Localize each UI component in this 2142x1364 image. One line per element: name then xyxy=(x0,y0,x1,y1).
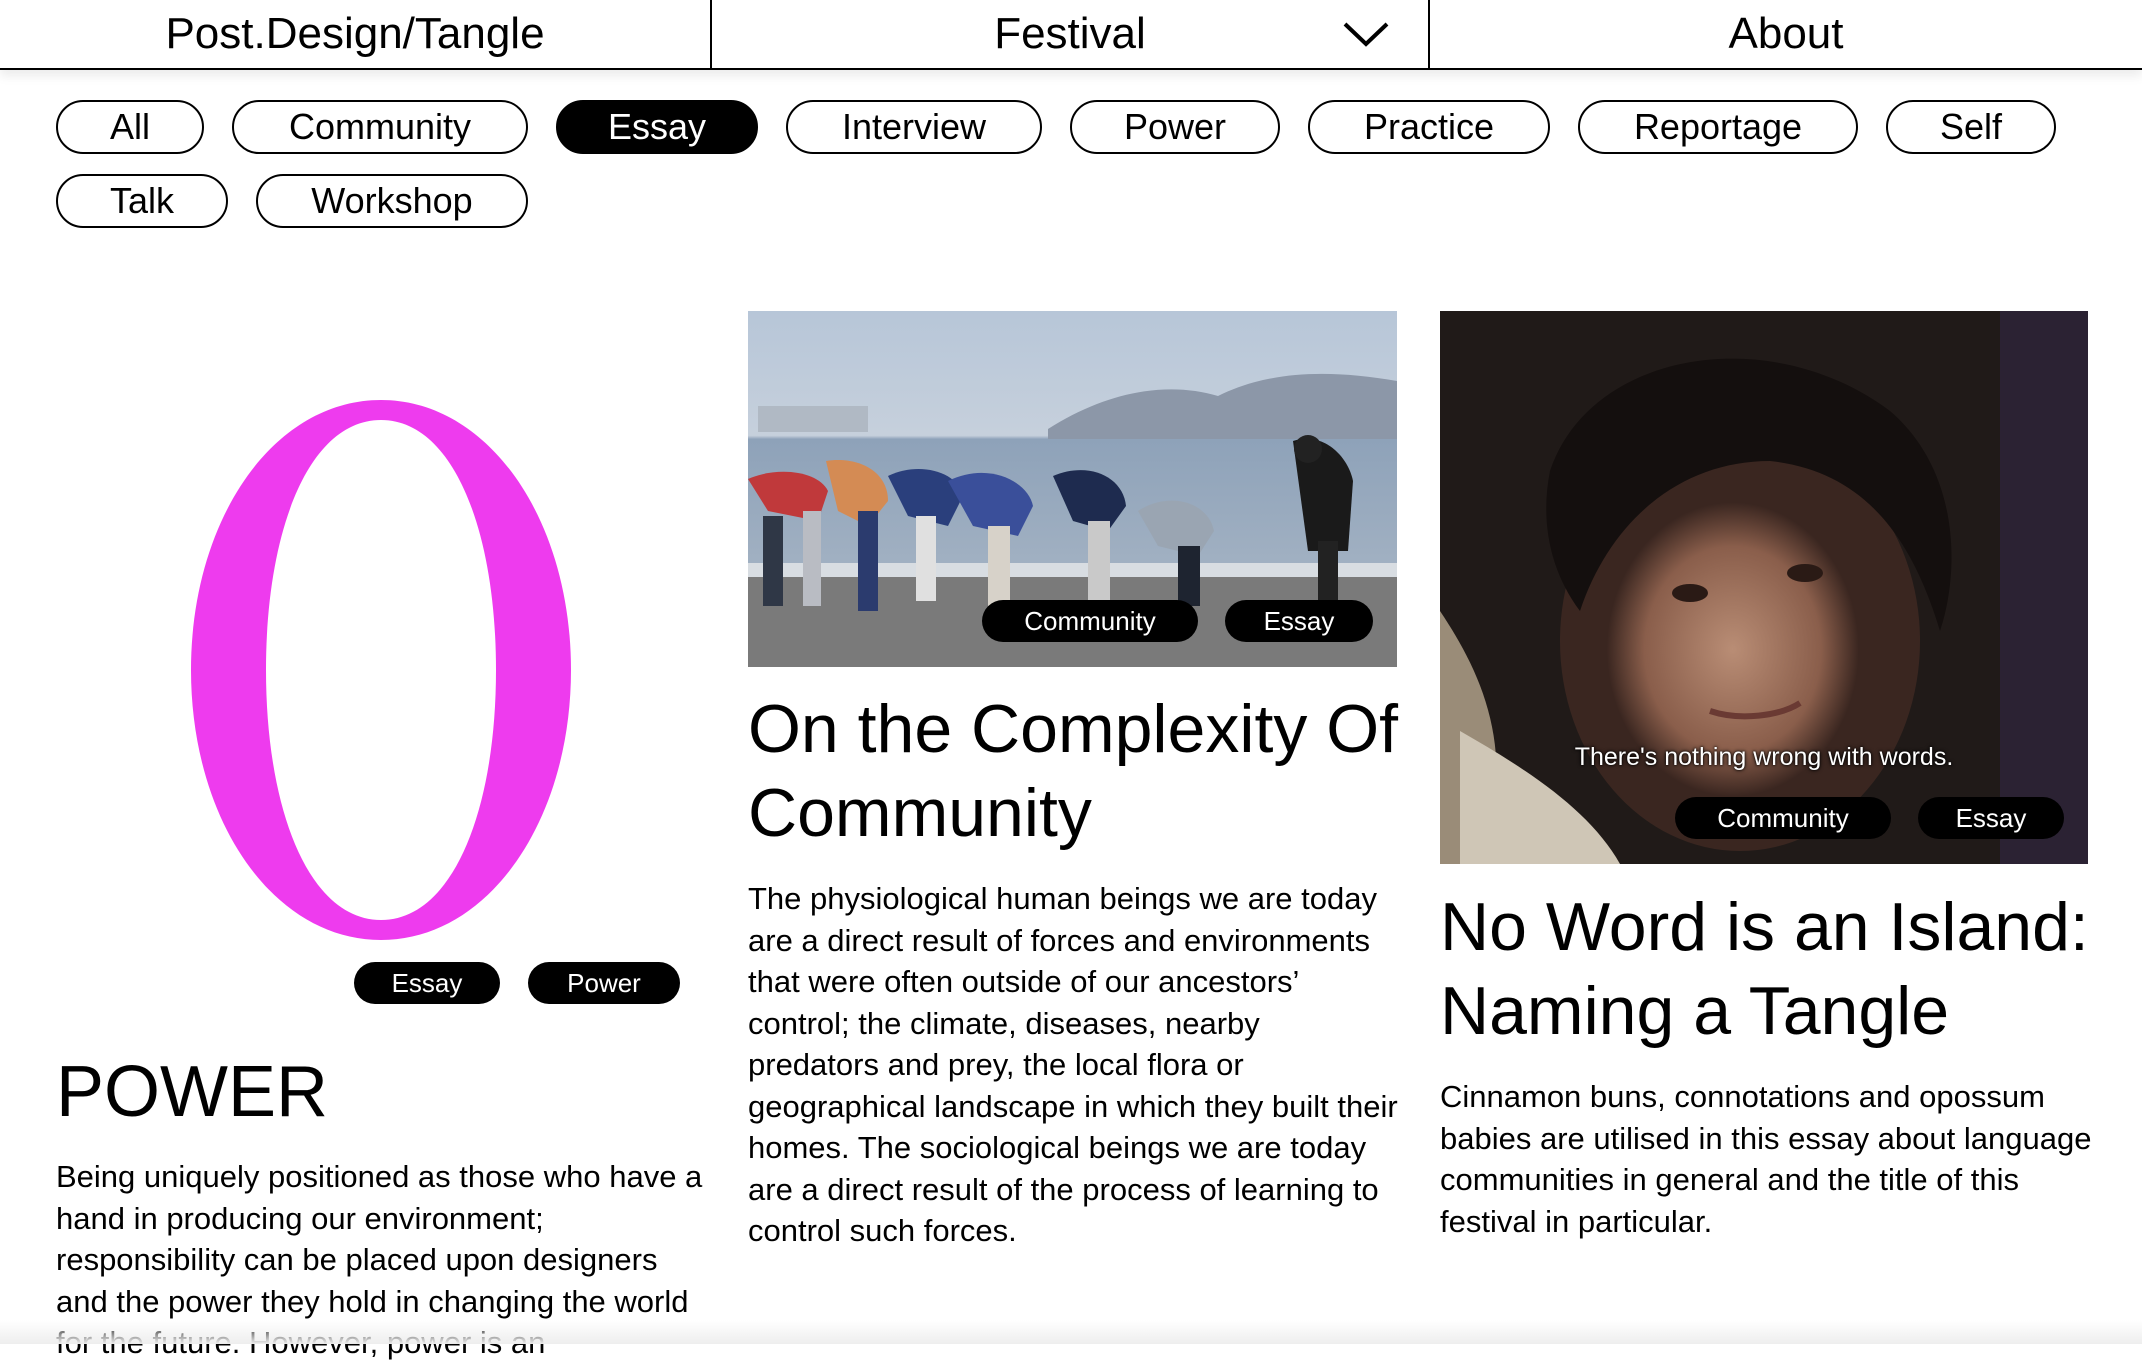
filter-power[interactable]: Power xyxy=(1070,100,1280,154)
filter-community[interactable]: Community xyxy=(232,100,528,154)
filter-self[interactable]: Self xyxy=(1886,100,2056,154)
tag-essay[interactable]: Essay xyxy=(1918,797,2064,839)
article-title[interactable]: On the Complexity Of Community xyxy=(748,687,1408,855)
about-label: About xyxy=(1728,9,1844,58)
festival-label: Festival xyxy=(994,9,1146,58)
top-navigation: Post.Design/Tangle Festival About xyxy=(0,0,2142,70)
bottom-fade xyxy=(0,1320,2142,1344)
category-filters: All Community Essay Interview Power Prac… xyxy=(56,100,2096,228)
article-title[interactable]: POWER xyxy=(56,1050,328,1134)
chevron-down-icon xyxy=(1343,22,1389,47)
film-still-photo[interactable]: There's nothing wrong with words. xyxy=(1440,311,2088,864)
filter-interview[interactable]: Interview xyxy=(786,100,1042,154)
filter-practice[interactable]: Practice xyxy=(1308,100,1550,154)
site-title-link[interactable]: Post.Design/Tangle xyxy=(0,0,712,68)
letter-o-graphic xyxy=(191,400,571,940)
filter-reportage[interactable]: Reportage xyxy=(1578,100,1858,154)
article-excerpt: The physiological human beings we are to… xyxy=(748,881,1398,1248)
tag-community[interactable]: Community xyxy=(982,600,1198,642)
image-subtitle: There's nothing wrong with words. xyxy=(1574,743,1954,771)
about-link[interactable]: About xyxy=(1430,0,2142,68)
article-excerpt: Cinnamon buns, connotations and opossum … xyxy=(1440,1079,2092,1239)
tag-essay[interactable]: Essay xyxy=(354,962,500,1004)
filter-all[interactable]: All xyxy=(56,100,204,154)
tag-power[interactable]: Power xyxy=(528,962,680,1004)
tag-community[interactable]: Community xyxy=(1675,797,1891,839)
filter-talk[interactable]: Talk xyxy=(56,174,228,228)
filter-workshop[interactable]: Workshop xyxy=(256,174,528,228)
site-title: Post.Design/Tangle xyxy=(165,9,545,58)
festival-dropdown[interactable]: Festival xyxy=(712,0,1430,68)
article-title[interactable]: No Word is an Island: Naming a Tangle xyxy=(1440,885,2100,1053)
filter-essay[interactable]: Essay xyxy=(556,100,758,154)
tag-essay[interactable]: Essay xyxy=(1225,600,1373,642)
